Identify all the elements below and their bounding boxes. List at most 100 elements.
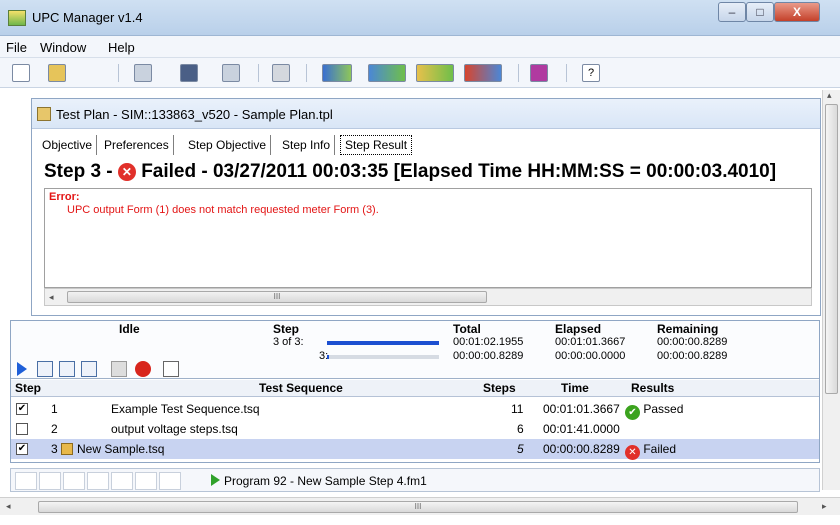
connect-icon[interactable] — [322, 64, 352, 82]
vertical-scroll-thumb[interactable] — [825, 104, 838, 394]
status-cell — [111, 472, 133, 490]
status-cell — [63, 472, 85, 490]
send-icon[interactable] — [368, 64, 406, 82]
step-progress-bar — [327, 341, 439, 345]
scroll-left-icon[interactable]: ◂ — [49, 292, 54, 303]
close-button[interactable]: X — [774, 2, 820, 22]
edit-icon[interactable] — [163, 361, 179, 377]
save-all-icon[interactable] — [180, 64, 198, 82]
step-heading-status: Failed - 03/27/2011 00:03:35 [Elapsed Ti… — [141, 161, 777, 182]
row-checkbox[interactable]: ✔ — [16, 403, 28, 415]
table-row[interactable]: 2 output voltage steps.tsq 6 00:01:41.00… — [11, 419, 819, 439]
sync-icon[interactable] — [464, 64, 502, 82]
error-message: UPC output Form (1) does not match reque… — [67, 204, 379, 216]
scroll-thumb[interactable]: III — [67, 291, 487, 303]
title-bar: UPC Manager v1.4 – □ X — [0, 0, 840, 36]
scroll-left-icon[interactable]: ◂ — [6, 501, 11, 512]
col-results[interactable]: Results — [631, 381, 674, 395]
status-cell — [135, 472, 157, 490]
toolbar-separator — [118, 64, 119, 82]
run-status-row: Idle Step 3 of 3: 3: Total 00:01:02.1955… — [11, 321, 819, 379]
row-sequence-name: output voltage steps.tsq — [111, 422, 238, 436]
program-play-icon — [211, 474, 220, 486]
window-title: UPC Manager v1.4 — [32, 10, 143, 25]
stop-icon[interactable] — [135, 361, 151, 377]
row-time: 00:01:41.0000 — [543, 422, 620, 436]
row-sequence-name: New Sample.tsq — [77, 442, 165, 456]
failed-icon: ✕ — [117, 163, 136, 181]
step-out-icon[interactable] — [81, 361, 97, 377]
remaining-time-2: 00:00:00.8289 — [657, 350, 728, 362]
vertical-scrollbar[interactable]: ▴ — [822, 90, 840, 490]
col-step[interactable]: Step — [15, 381, 41, 395]
row-checkbox[interactable] — [16, 423, 28, 435]
new-file-icon[interactable] — [12, 64, 30, 82]
scroll-up-icon[interactable]: ▴ — [827, 90, 832, 101]
error-label: Error: — [49, 191, 80, 203]
tab-step-result[interactable]: Step Result — [340, 135, 413, 155]
row-step-number: 2 — [51, 422, 58, 436]
col-time[interactable]: Time — [561, 381, 589, 395]
menu-window[interactable]: Window — [40, 40, 86, 55]
toolbar-separator — [258, 64, 259, 82]
failed-icon: ✕ — [625, 445, 640, 460]
tab-preferences[interactable]: Preferences — [100, 135, 174, 155]
test-plan-title: Test Plan - SIM::133863_v520 - Sample Pl… — [56, 107, 333, 122]
remaining-time-1: 00:00:00.8289 — [657, 336, 728, 348]
menu-help[interactable]: Help — [108, 40, 135, 55]
sequence-file-icon — [61, 443, 73, 455]
main-horizontal-scrollbar[interactable]: ◂ III ▸ — [0, 497, 840, 515]
col-steps[interactable]: Steps — [483, 381, 516, 395]
row-sequence-name: Example Test Sequence.tsq — [111, 402, 260, 416]
menu-file[interactable]: File — [6, 40, 27, 55]
toolbar: ? — [0, 58, 840, 88]
tab-step-info[interactable]: Step Info — [278, 135, 336, 155]
test-plan-header: Test Plan - SIM::133863_v520 - Sample Pl… — [32, 99, 820, 129]
result-horizontal-scrollbar[interactable]: ◂ III — [44, 288, 812, 306]
menu-bar: File Window Help — [0, 36, 840, 58]
tab-objective[interactable]: Objective — [38, 135, 98, 155]
sequence-table-header: Step Test Sequence Steps Time Results — [11, 380, 819, 397]
help-icon[interactable]: ? — [582, 64, 600, 82]
table-row[interactable]: ✔ 1 Example Test Sequence.tsq 11 00:01:0… — [11, 399, 819, 420]
table-row[interactable]: ✔ 3 New Sample.tsq 5 00:00:00.8289 ✕ Fai… — [11, 439, 819, 460]
row-result: ✔ Passed — [625, 402, 683, 420]
row-result-text: Failed — [643, 442, 677, 456]
row-steps: 11 — [511, 402, 524, 416]
row-steps: 6 — [517, 422, 524, 436]
receive-icon[interactable] — [416, 64, 454, 82]
elapsed-time-1: 00:01:01.3667 — [555, 336, 626, 348]
sub-step-progress-bar — [327, 355, 439, 359]
run-state-label: Idle — [119, 322, 140, 336]
elapsed-header: Elapsed — [555, 322, 602, 336]
save-icon[interactable] — [134, 64, 152, 82]
row-result-text: Passed — [643, 402, 684, 416]
elapsed-time-2: 00:00:00.0000 — [555, 350, 626, 362]
row-step-number: 3 — [51, 442, 58, 456]
open-folder-icon[interactable] — [48, 64, 66, 82]
total-time-2: 00:00:00.8289 — [453, 350, 524, 362]
maximize-button[interactable]: □ — [746, 2, 774, 22]
col-test-sequence[interactable]: Test Sequence — [259, 381, 343, 395]
tab-step-objective[interactable]: Step Objective — [184, 135, 272, 155]
book-icon[interactable] — [530, 64, 548, 82]
minimize-button[interactable]: – — [718, 2, 746, 22]
step-into-icon[interactable] — [37, 361, 53, 377]
pause-icon[interactable] — [111, 361, 127, 377]
status-cell — [159, 472, 181, 490]
row-result: ✕ Failed — [625, 442, 676, 460]
status-program-label: Program 92 - New Sample Step 4.fm1 — [224, 474, 427, 488]
play-icon[interactable] — [17, 362, 27, 376]
status-bar: Program 92 - New Sample Step 4.fm1 — [10, 468, 820, 492]
properties-icon[interactable] — [222, 64, 240, 82]
row-checkbox[interactable]: ✔ — [16, 443, 28, 455]
status-program-text: Program 92 - New Sample Step 4.fm1 — [211, 474, 427, 488]
step-header: Step — [273, 322, 300, 336]
row-time: 00:00:00.8289 — [543, 442, 620, 456]
total-time-1: 00:01:02.1955 — [453, 336, 524, 348]
row-step-number: 1 — [51, 402, 58, 416]
main-scroll-thumb[interactable]: III — [38, 501, 798, 513]
print-icon[interactable] — [272, 64, 290, 82]
scroll-right-icon[interactable]: ▸ — [822, 501, 827, 512]
step-over-icon[interactable] — [59, 361, 75, 377]
